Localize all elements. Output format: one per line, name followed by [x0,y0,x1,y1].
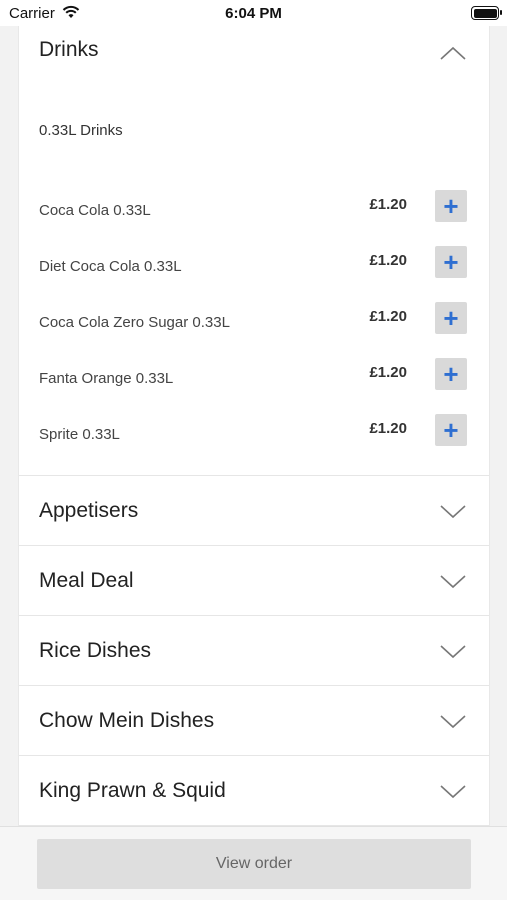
section-meal-deal[interactable]: Meal Deal [19,546,489,616]
chevron-down-icon [440,505,466,519]
chevron-down-icon [440,575,466,589]
menu-item: Fanta Orange 0.33L £1.20 + [19,358,489,398]
item-name: Coca Cola Zero Sugar 0.33L [39,314,230,331]
section-chow-mein-dishes[interactable]: Chow Mein Dishes [19,686,489,756]
subheading-033l-drinks: 0.33L Drinks [39,122,123,139]
chevron-down-icon [440,785,466,799]
section-title: Meal Deal [39,569,134,592]
chevron-down-icon [440,645,466,659]
item-price: £1.20 [369,364,407,381]
view-order-button[interactable]: View order [37,839,471,889]
section-appetisers[interactable]: Appetisers [19,476,489,546]
item-name: Sprite 0.33L [39,426,120,443]
section-title: Appetisers [39,499,139,522]
item-price: £1.20 [369,308,407,325]
menu-list: Drinks 0.33L Drinks Coca Cola 0.33L £1.2… [18,14,490,826]
menu-item: Diet Coca Cola 0.33L £1.20 + [19,246,489,286]
menu-item: Coca Cola 0.33L £1.20 + [19,190,489,230]
add-item-button[interactable]: + [435,414,467,446]
chevron-down-icon [440,715,466,729]
item-name: Diet Coca Cola 0.33L [39,258,182,275]
add-item-button[interactable]: + [435,246,467,278]
add-item-button[interactable]: + [435,302,467,334]
clock: 6:04 PM [225,5,282,22]
footer-bar: View order [0,826,507,900]
item-name: Coca Cola 0.33L [39,202,151,219]
section-title: King Prawn & Squid [39,779,226,802]
item-name: Fanta Orange 0.33L [39,370,174,387]
menu-item: Coca Cola Zero Sugar 0.33L £1.20 + [19,302,489,342]
item-price: £1.20 [369,420,407,437]
menu-item: Sprite 0.33L £1.20 + [19,414,489,454]
section-king-prawn-squid[interactable]: King Prawn & Squid [19,756,489,826]
section-title: Rice Dishes [39,639,152,662]
status-bar: Carrier 6:04 PM [0,0,507,26]
item-price: £1.20 [369,196,407,213]
add-item-button[interactable]: + [435,190,467,222]
section-rice-dishes[interactable]: Rice Dishes [19,616,489,686]
item-price: £1.20 [369,252,407,269]
chevron-up-icon[interactable] [439,44,467,62]
section-title: Chow Mein Dishes [39,709,215,732]
add-item-button[interactable]: + [435,358,467,390]
section-drinks: Drinks 0.33L Drinks Coca Cola 0.33L £1.2… [19,14,489,476]
battery-icon [471,6,502,20]
